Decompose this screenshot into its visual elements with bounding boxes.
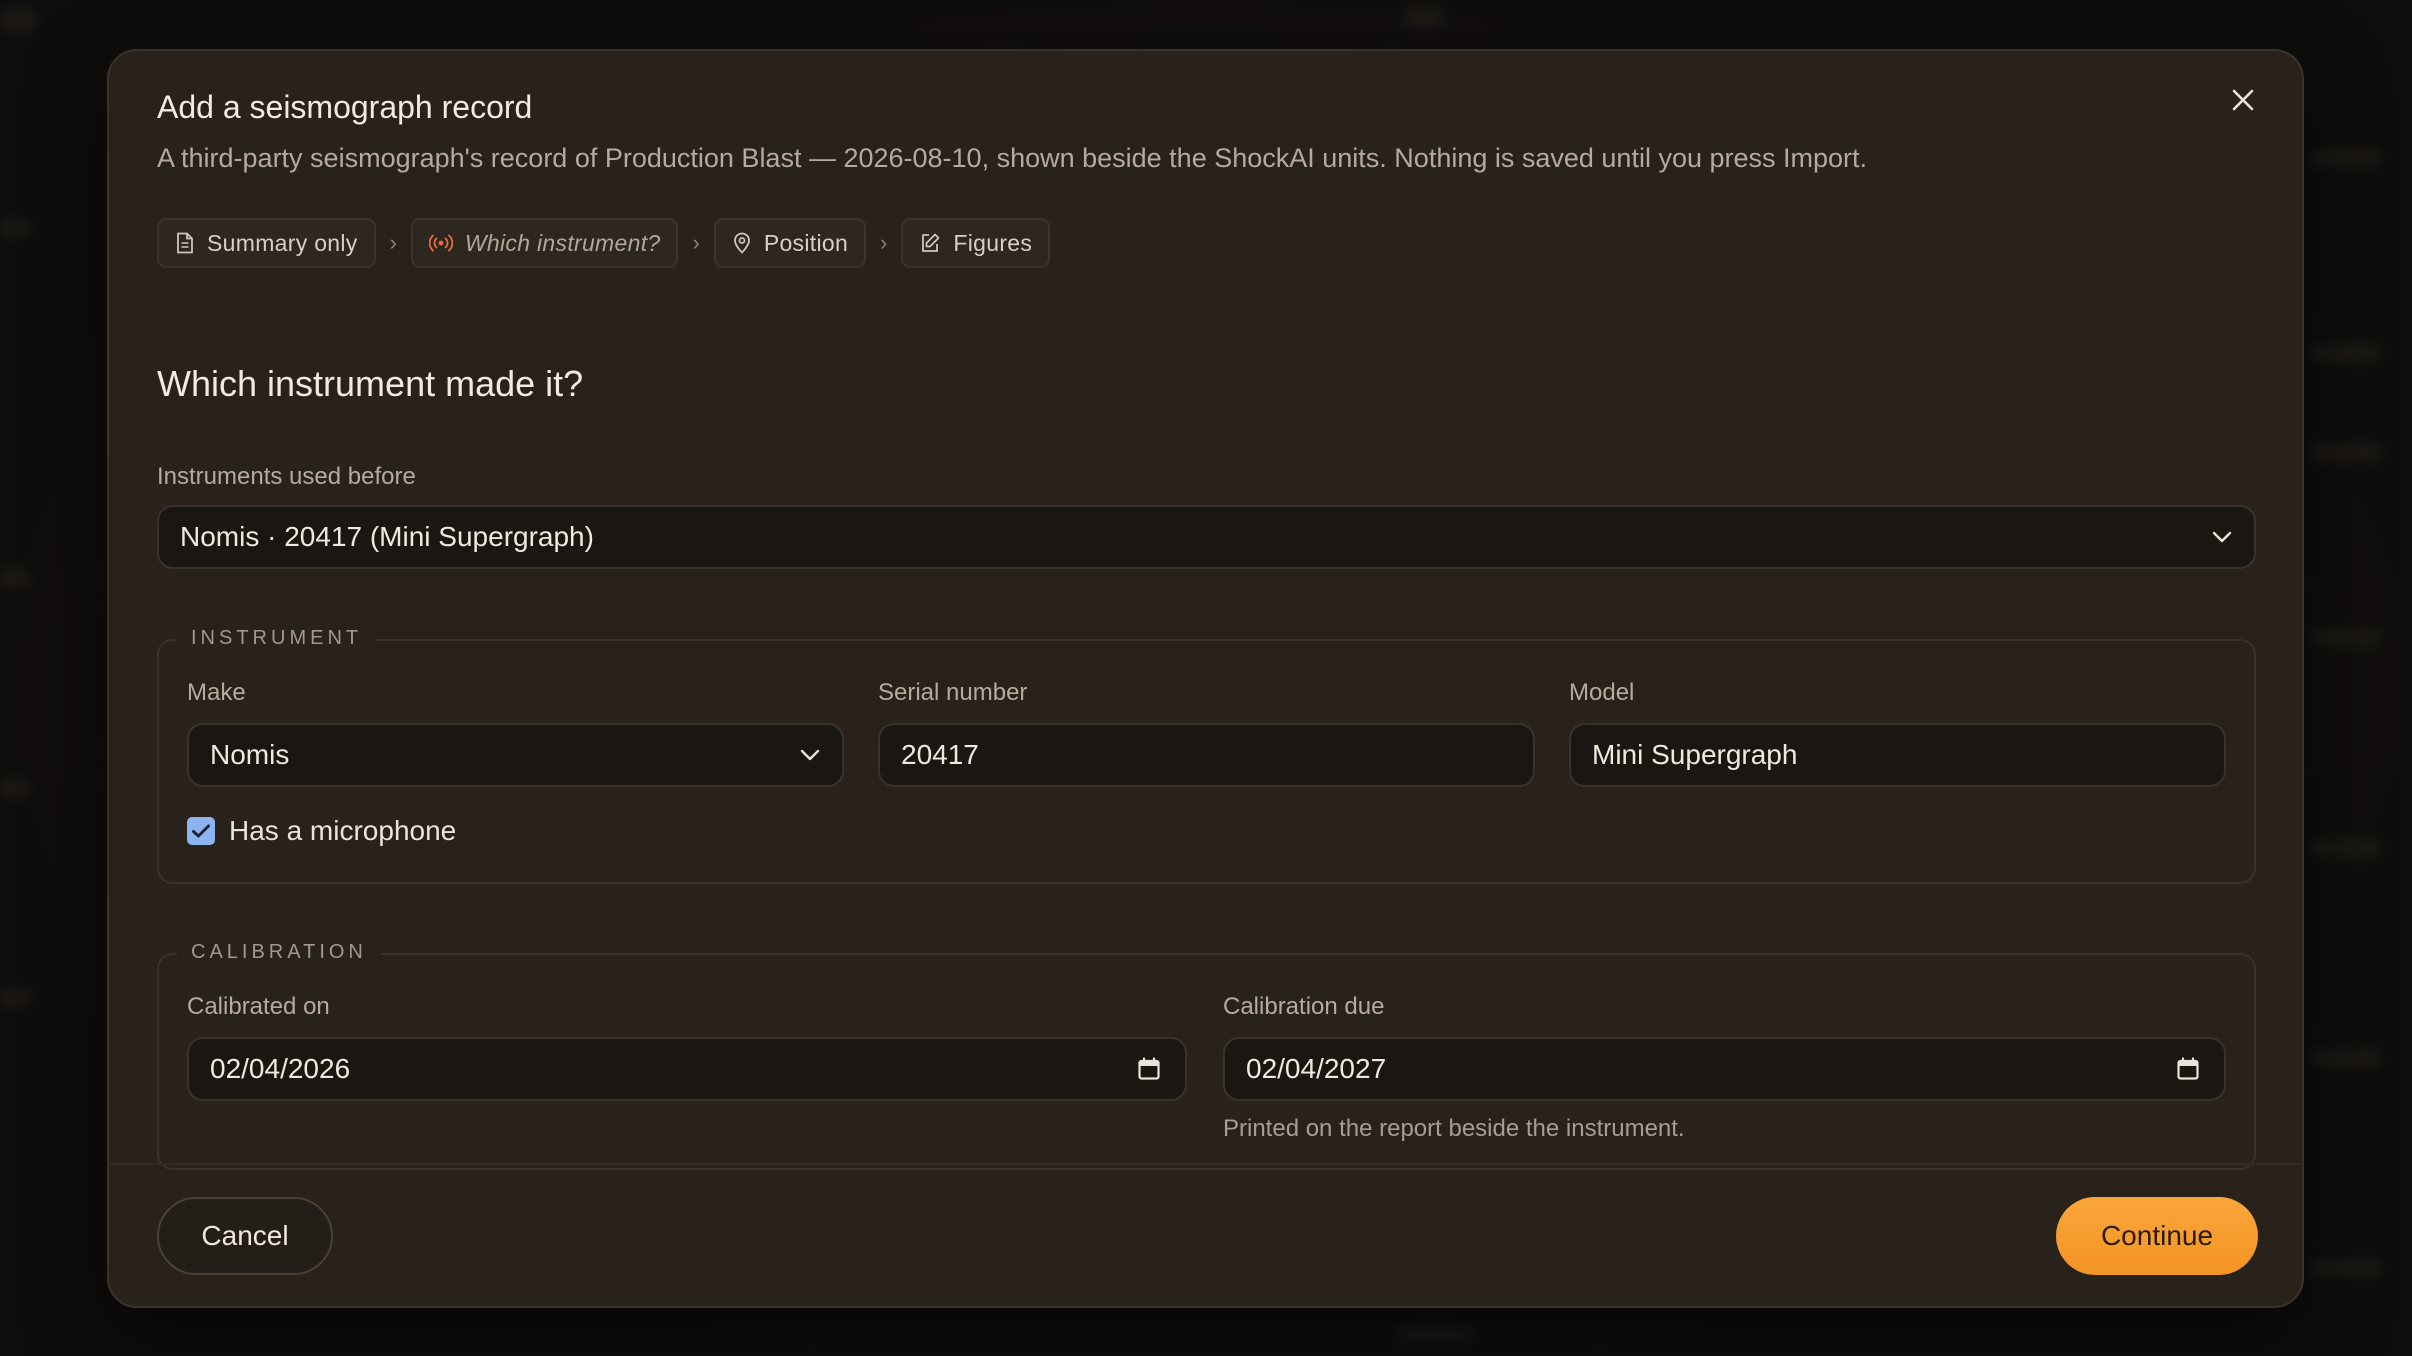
calibrated-on-label: Calibrated on — [187, 993, 330, 1020]
cancel-button[interactable]: Cancel — [157, 1197, 333, 1275]
add-seismograph-dialog: Add a seismograph record A third-party s… — [107, 49, 2304, 1308]
calibration-due-hint: Printed on the report beside the instrum… — [1223, 1115, 1685, 1142]
chevron-down-icon — [2212, 531, 2232, 543]
calendar-icon[interactable] — [1137, 1057, 1161, 1081]
calibration-due-date-input[interactable]: 02/04/2027 — [1223, 1037, 2226, 1101]
make-value: Nomis — [210, 739, 290, 770]
calibration-due-value: 02/04/2027 — [1246, 1053, 1387, 1084]
step-label: Position — [763, 229, 849, 256]
model-label: Model — [1569, 679, 1635, 706]
step-figures[interactable]: Figures — [901, 218, 1051, 268]
dialog-title: Add a seismograph record — [157, 89, 533, 125]
document-icon — [177, 232, 193, 254]
step-summary-only[interactable]: Summary only — [157, 218, 376, 268]
chevron-right-icon: › — [389, 230, 397, 255]
instrument-fieldset: INSTRUMENT Make Nomis Serial number 2041… — [157, 627, 2256, 884]
microphone-checkbox-row[interactable]: Has a microphone — [187, 815, 456, 847]
step-label: Summary only — [207, 229, 358, 256]
section-heading: Which instrument made it? — [157, 363, 584, 404]
calibration-fieldset: CALIBRATION Calibrated on 02/04/2026 Cal… — [157, 941, 2256, 1170]
previous-instruments-select[interactable]: Nomis · 20417 (Mini Supergraph) — [157, 505, 2256, 569]
chevron-down-icon — [800, 749, 820, 761]
calibration-legend: CALIBRATION — [177, 941, 381, 964]
map-pin-icon — [733, 232, 750, 254]
model-input[interactable]: Mini Supergraph — [1569, 723, 2226, 787]
make-label: Make — [187, 679, 246, 706]
edit-icon — [922, 233, 940, 252]
step-label: Figures — [953, 229, 1033, 256]
step-breadcrumb: Summary only › Which instrument? › Posit… — [157, 218, 1051, 268]
calibrated-on-date-input[interactable]: 02/04/2026 — [187, 1037, 1187, 1101]
chevron-right-icon: › — [692, 230, 700, 255]
model-value: Mini Supergraph — [1592, 739, 1798, 770]
step-which-instrument[interactable]: Which instrument? — [410, 218, 679, 268]
microphone-label: Has a microphone — [229, 815, 457, 846]
previous-instruments-value: Nomis · 20417 (Mini Supergraph) — [180, 521, 594, 552]
calibration-due-label: Calibration due — [1223, 993, 1385, 1020]
microphone-checkbox[interactable] — [187, 817, 215, 845]
serial-number-input[interactable]: 20417 — [878, 723, 1535, 787]
broadcast-icon — [428, 234, 453, 252]
dialog-description: A third-party seismograph's record of Pr… — [157, 143, 1868, 173]
instrument-legend: INSTRUMENT — [177, 627, 377, 650]
step-position[interactable]: Position — [713, 218, 867, 268]
checkmark-icon — [192, 824, 210, 838]
step-label: Which instrument? — [464, 229, 661, 256]
continue-button[interactable]: Continue — [2056, 1197, 2258, 1275]
serial-number-label: Serial number — [878, 679, 1028, 706]
footer-divider — [109, 1163, 2302, 1165]
serial-number-value: 20417 — [901, 739, 979, 770]
previous-instruments-label: Instruments used before — [157, 463, 416, 490]
make-select[interactable]: Nomis — [187, 723, 844, 787]
chevron-right-icon: › — [880, 230, 888, 255]
close-icon — [2232, 89, 2254, 111]
calendar-icon[interactable] — [2176, 1057, 2200, 1081]
close-button[interactable] — [2222, 79, 2264, 121]
calibrated-on-value: 02/04/2026 — [210, 1053, 351, 1084]
